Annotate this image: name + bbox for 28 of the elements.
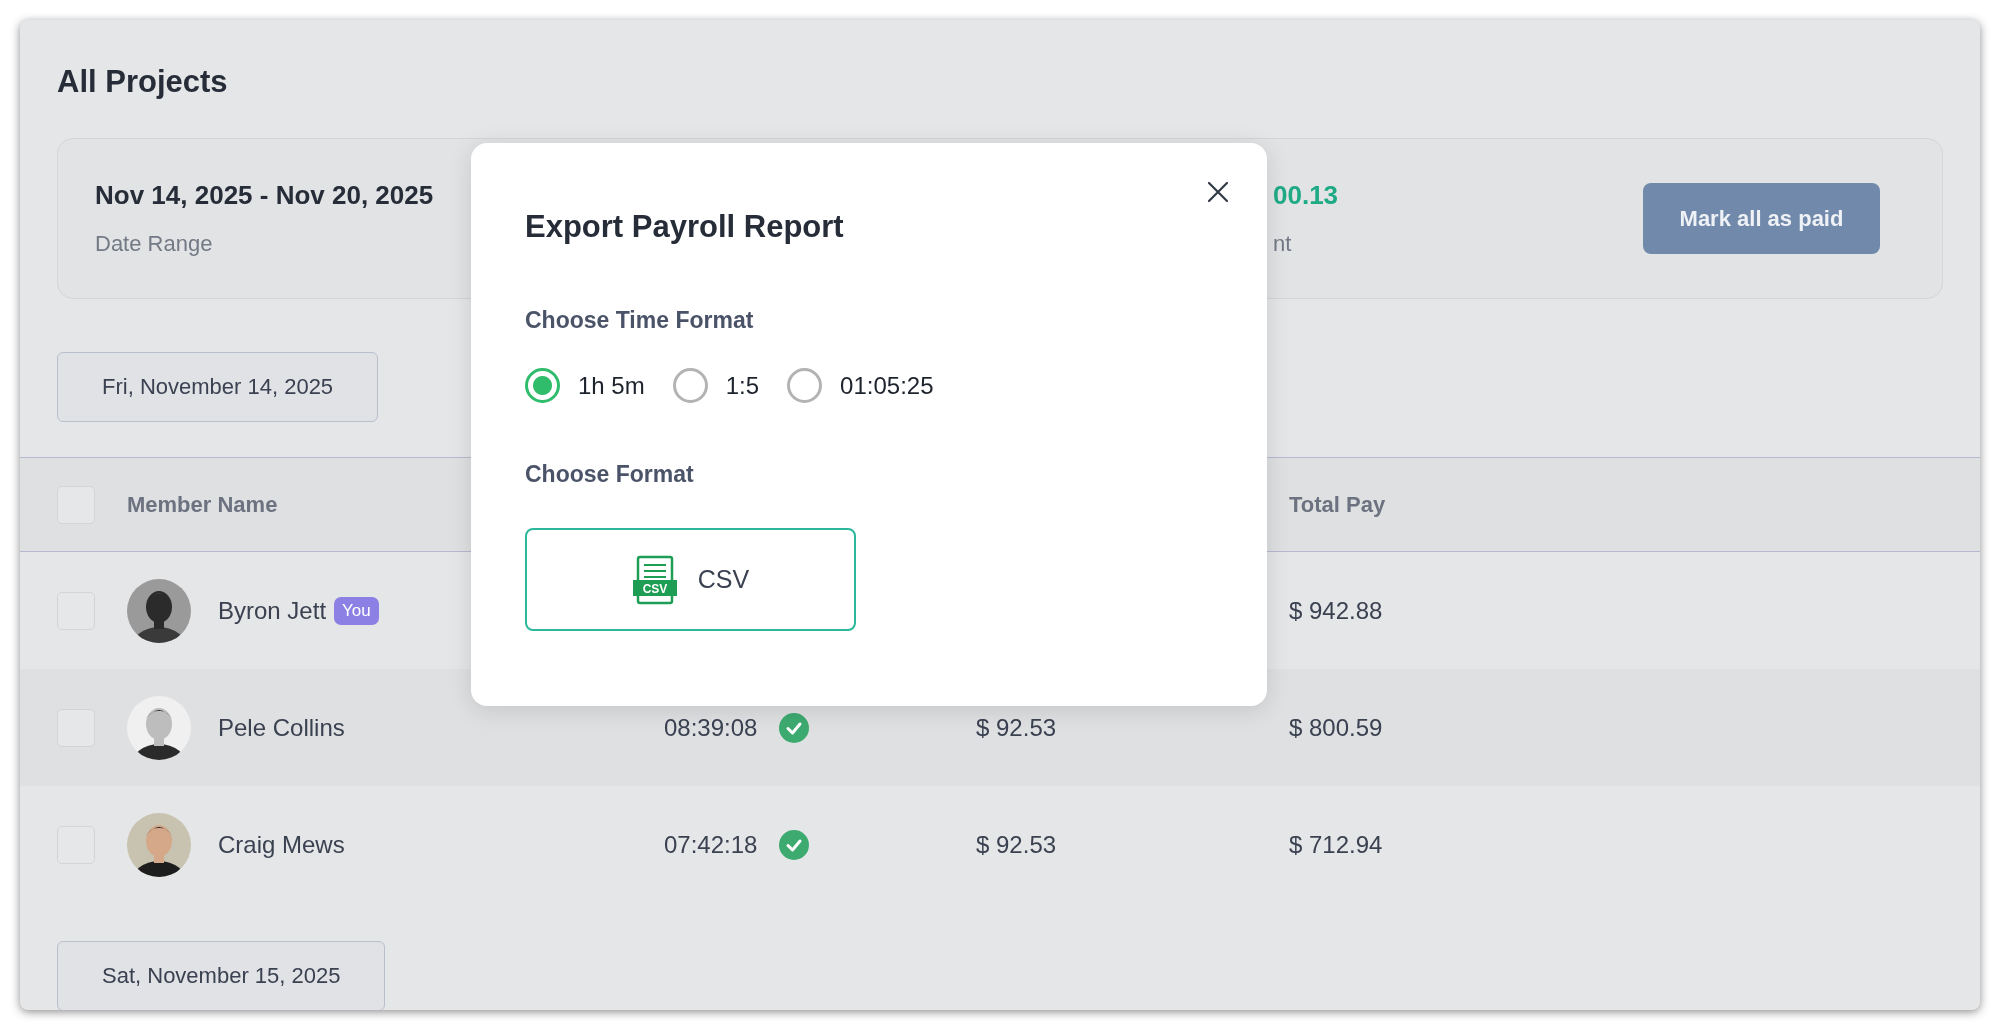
total-pay-cell: $ 800.59 bbox=[1289, 713, 1383, 741]
member-name: Byron Jett bbox=[218, 596, 327, 625]
total-pay-cell: $ 712.94 bbox=[1289, 830, 1383, 858]
close-icon[interactable] bbox=[1206, 180, 1230, 204]
date-header[interactable]: Fri, November 14, 2025 bbox=[57, 352, 379, 422]
radio-option[interactable]: 1:5 bbox=[672, 368, 760, 403]
you-badge: You bbox=[334, 596, 379, 625]
total-pay-cell: $ 942.88 bbox=[1289, 596, 1383, 624]
radio-option[interactable]: 01:05:25 bbox=[787, 368, 934, 403]
amount-label: nt bbox=[1273, 231, 1292, 257]
time-cell: 08:39:08 bbox=[664, 713, 758, 742]
rate-cell: $ 92.53 bbox=[976, 830, 1057, 858]
time-cell: 07:42:18 bbox=[664, 830, 758, 859]
rate-cell: $ 92.53 bbox=[976, 713, 1057, 741]
date-header[interactable]: Sat, November 15, 2025 bbox=[57, 941, 386, 1010]
amount-value: 00.13 bbox=[1273, 180, 1339, 211]
radio-option[interactable]: 1h 5m bbox=[525, 368, 645, 403]
dialog-title: Export Payroll Report bbox=[525, 208, 845, 245]
date-range-label: Date Range bbox=[95, 231, 213, 257]
member-name: Pele Collins bbox=[218, 713, 345, 742]
csv-format-button[interactable]: CSV CSV bbox=[525, 528, 856, 631]
column-header: Total Pay bbox=[1289, 491, 1387, 518]
column-header: Member Name bbox=[127, 491, 279, 518]
page-title: All Projects bbox=[56, 63, 229, 101]
member-name: Craig Mews bbox=[218, 830, 345, 859]
section-label: Choose Time Format bbox=[525, 307, 755, 334]
date-range-value: Nov 14, 2025 - Nov 20, 2025 bbox=[95, 180, 434, 211]
section-label: Choose Format bbox=[525, 461, 695, 488]
